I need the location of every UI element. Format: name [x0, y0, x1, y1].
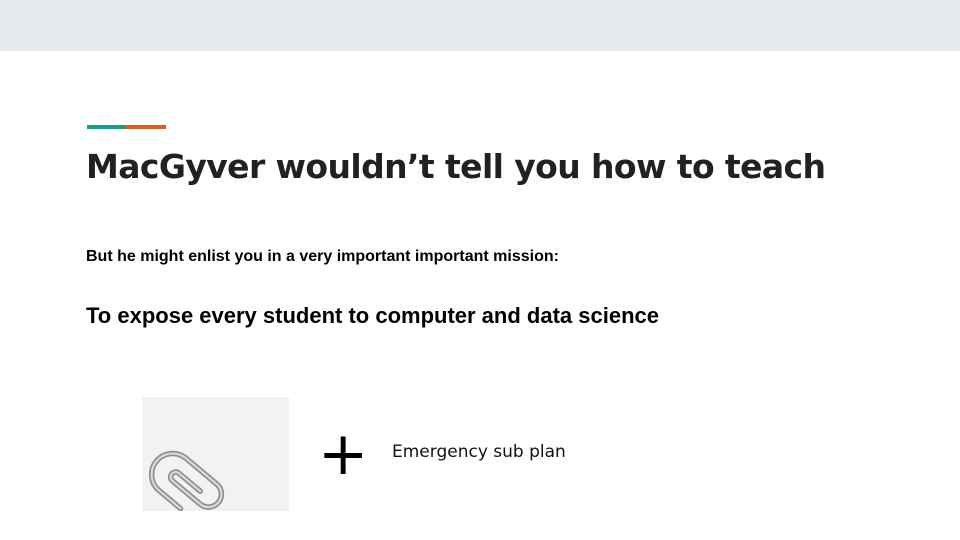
sub-plan-caption: Emergency sub plan: [392, 442, 566, 462]
plus-symbol: +: [318, 419, 369, 489]
mission-statement: To expose every student to computer and …: [86, 303, 659, 328]
paperclip-icon: [148, 450, 225, 511]
paperclip-image: [142, 397, 289, 511]
accent-bar-teal: [87, 125, 126, 129]
slide-title: MacGyver wouldn’t tell you how to teach: [86, 147, 826, 186]
accent-bar-orange: [126, 125, 166, 129]
slide-subtitle: But he might enlist you in a very import…: [86, 248, 559, 265]
header-band: [0, 0, 960, 51]
